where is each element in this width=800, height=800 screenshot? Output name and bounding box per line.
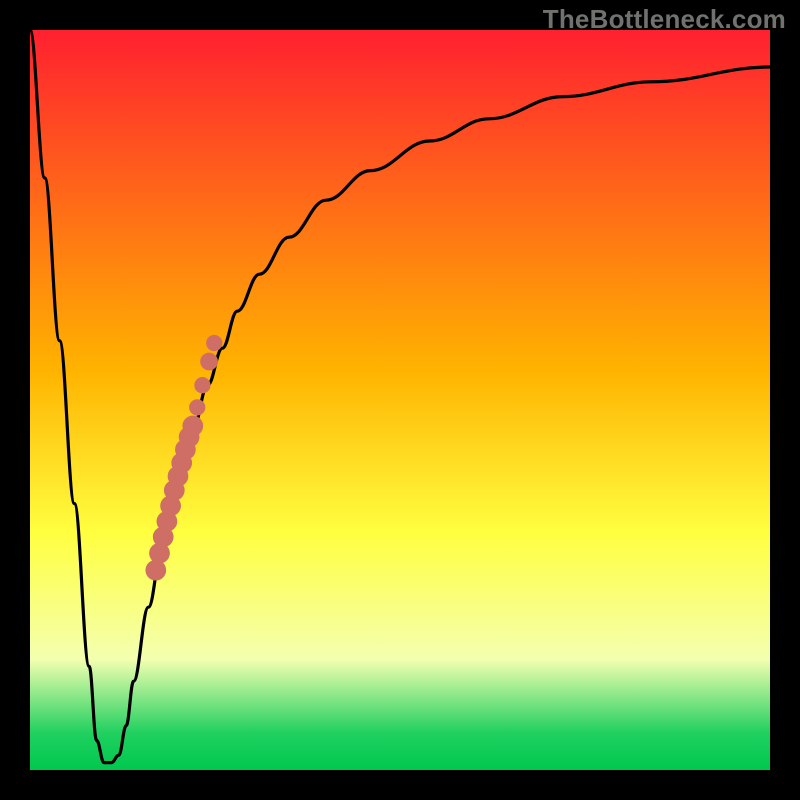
highlight-dot — [189, 399, 205, 415]
chart-frame: { "watermark": "TheBottleneck.com", "col… — [0, 0, 800, 800]
watermark-text: TheBottleneck.com — [543, 4, 786, 35]
highlight-dot — [182, 416, 203, 437]
chart-svg — [0, 0, 800, 800]
plot-background — [30, 30, 770, 770]
highlight-dot — [145, 560, 166, 581]
highlight-dot — [200, 353, 218, 371]
highlight-dot — [194, 377, 210, 393]
highlight-dot — [206, 335, 222, 351]
